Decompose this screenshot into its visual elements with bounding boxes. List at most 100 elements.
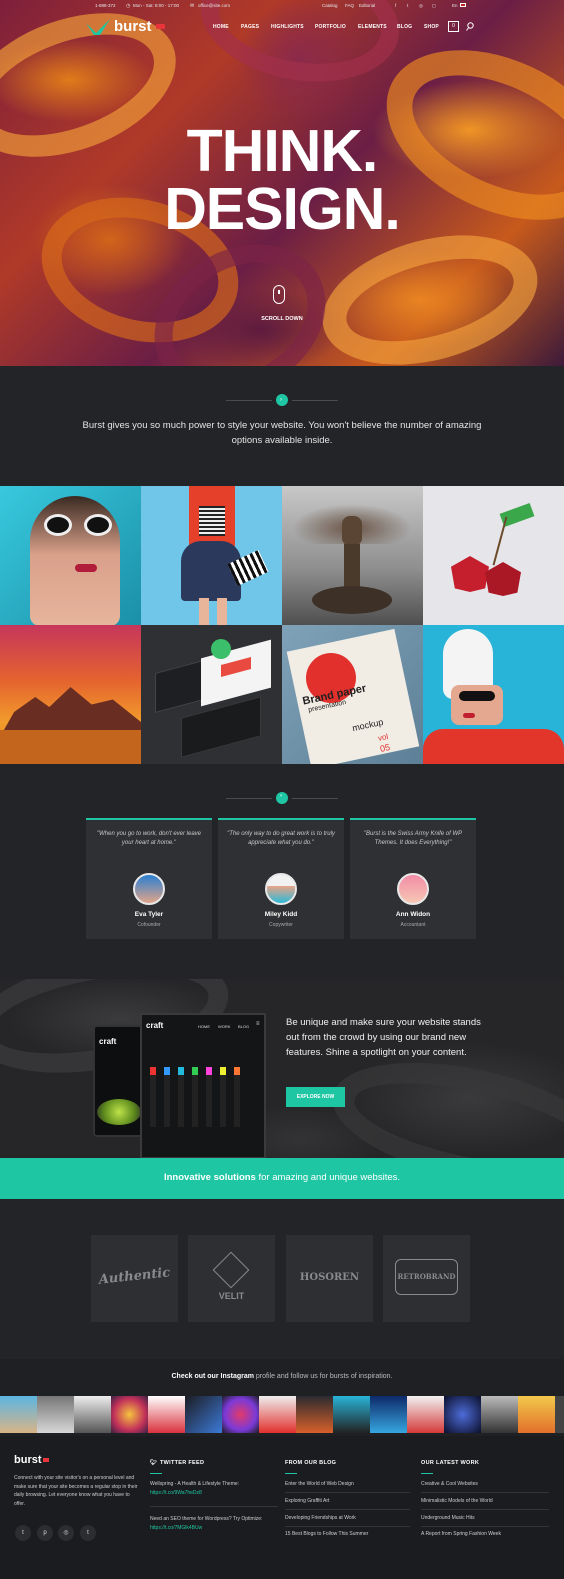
gallery-tile-white-beanie[interactable] xyxy=(423,625,564,764)
email-link[interactable]: office@site.com xyxy=(198,3,230,8)
tagline-bold: Innovative solutions xyxy=(163,1172,256,1183)
topbar-link-catalog[interactable]: Catalog xyxy=(322,3,338,8)
nav-elements[interactable]: ELEMENTS xyxy=(358,24,387,30)
gallery-tile-app-screens[interactable] xyxy=(141,625,282,764)
instagram-thumb[interactable] xyxy=(259,1396,296,1433)
cart-icon[interactable]: 0 xyxy=(448,21,459,32)
link-divider xyxy=(421,1526,549,1527)
hero-title-line2: DESIGN. xyxy=(164,176,401,242)
tumblr-icon[interactable]: t xyxy=(80,1525,96,1541)
mouse-scroll-icon[interactable] xyxy=(273,285,285,304)
instagram-thumb[interactable] xyxy=(185,1396,222,1433)
intro-section: › Burst gives you so much power to style… xyxy=(0,366,564,486)
search-icon[interactable] xyxy=(466,22,475,31)
instagram-thumb[interactable] xyxy=(148,1396,185,1433)
instagram-thumb[interactable] xyxy=(296,1396,333,1433)
flag-icon[interactable] xyxy=(460,3,466,7)
logo-text: burst xyxy=(114,18,152,35)
nav-blog[interactable]: BLOG xyxy=(397,24,412,30)
page: { "topbar": {"phone": "1-888-372", "hour… xyxy=(0,0,564,1579)
nav-shop[interactable]: SHOP xyxy=(424,24,439,30)
tweet-text: Wellspring - A Health & Lifestyle Theme: xyxy=(150,1481,240,1487)
instagram-thumb[interactable] xyxy=(222,1396,259,1433)
instagram-thumb[interactable] xyxy=(37,1396,74,1433)
nav-pages[interactable]: PAGES xyxy=(241,24,259,30)
tablet-nav-blog: BLOG xyxy=(238,1024,250,1029)
topbar-link-faq[interactable]: FAQ xyxy=(345,3,354,8)
link-divider xyxy=(421,1509,549,1510)
chevron-down-icon[interactable]: › xyxy=(276,394,288,406)
client-logo-velit[interactable]: VELIT xyxy=(188,1235,275,1322)
instagram-thumb[interactable] xyxy=(481,1396,518,1433)
divider-line xyxy=(292,400,338,401)
gallery-tile-red-vest[interactable] xyxy=(141,486,282,625)
instagram-thumb[interactable] xyxy=(555,1396,564,1433)
gallery-tile-desert[interactable] xyxy=(0,625,141,764)
twitter-icon[interactable]: t xyxy=(15,1525,31,1541)
work-link[interactable]: Underground Music Hits xyxy=(421,1515,475,1521)
gallery-tile-eagle-tree[interactable] xyxy=(282,486,423,625)
tagline-text: Innovative solutions for amazing and uni… xyxy=(0,1172,564,1183)
menu-icon: ≡ xyxy=(256,1021,260,1027)
tagline-band: Innovative solutions for amazing and uni… xyxy=(0,1158,564,1199)
hero-section: THINK. DESIGN. SCROLL DOWN xyxy=(0,0,564,366)
testimonial-card: "Burst is the Swiss Army Knife of WP The… xyxy=(350,818,476,939)
tweet-link[interactable]: https://t.co/7MGlk4BUw xyxy=(150,1525,202,1531)
instagram-thumb[interactable] xyxy=(333,1396,370,1433)
testimonial-card: "When you go to work, don't ever leave y… xyxy=(86,818,212,939)
nav-portfolio[interactable]: PORTFOLIO xyxy=(315,24,346,30)
testimonial-card: "The only way to do great work is to tru… xyxy=(218,818,344,939)
dribbble-icon[interactable]: ◎ xyxy=(419,3,423,9)
logo[interactable]: burst xyxy=(86,17,166,37)
instagram-thumb[interactable] xyxy=(111,1396,148,1433)
tablet-nav-work: WORK xyxy=(218,1024,231,1029)
instagram-thumb[interactable] xyxy=(370,1396,407,1433)
clock-icon: ◷ xyxy=(126,3,131,9)
tweet-2: Need an SEO theme for Wordpress? Try Opt… xyxy=(150,1515,278,1532)
scroll-down-label[interactable]: SCROLL DOWN xyxy=(0,316,564,322)
instagram-thumb[interactable] xyxy=(407,1396,444,1433)
pinterest-icon[interactable]: p xyxy=(37,1525,53,1541)
client-logo-hosoren[interactable]: HOSOREN xyxy=(286,1235,373,1322)
testimonial-quote: "The only way to do great work is to tru… xyxy=(227,831,335,846)
facebook-icon[interactable]: f xyxy=(395,3,396,8)
instagram-thumb[interactable] xyxy=(518,1396,555,1433)
gallery-tile-brand-paper[interactable]: Brand paper presentation mockup vol 05 xyxy=(282,625,423,764)
mail-icon: ✉ xyxy=(190,3,195,9)
nav-home[interactable]: HOME xyxy=(213,24,229,30)
work-link[interactable]: A Report from Spring Fashion Week xyxy=(421,1531,501,1537)
heading-underline xyxy=(421,1473,433,1474)
topbar-link-editorial[interactable]: Editorial xyxy=(359,3,375,8)
dribbble-icon[interactable]: ◎ xyxy=(58,1525,74,1541)
clients-section: Authentic VELIT HOSOREN RETROBRAND xyxy=(0,1199,564,1359)
blog-link[interactable]: Developing Friendships at Work xyxy=(285,1515,356,1521)
instagram-thumb[interactable] xyxy=(444,1396,481,1433)
instagram-thumb[interactable] xyxy=(74,1396,111,1433)
work-link[interactable]: Minimalistic Models of the World xyxy=(421,1498,493,1504)
explore-now-button[interactable]: EXPLORE NOW xyxy=(286,1087,345,1107)
promo-section: craft craft HOME WORK BLOG ≡ Be unique a… xyxy=(0,979,564,1159)
client-logo-retrobrand[interactable]: RETROBRAND xyxy=(383,1235,470,1322)
gallery-tile-woman-sunglasses[interactable] xyxy=(0,486,141,625)
blog-link[interactable]: Enter the World of Web Design xyxy=(285,1481,354,1487)
instagram-section: Check out our Instagram profile and foll… xyxy=(0,1359,564,1436)
language-selector[interactable]: En xyxy=(452,3,458,8)
work-link[interactable]: Creative & Cool Websites xyxy=(421,1481,478,1487)
gallery-tile-cherries[interactable] xyxy=(423,486,564,625)
instagram-thumb[interactable] xyxy=(0,1396,37,1433)
client-name: RETROBRAND xyxy=(397,1272,456,1281)
blog-link[interactable]: Exploring Graffiti Art xyxy=(285,1498,329,1504)
blog-link[interactable]: 15 Best Blogs to Follow This Summer xyxy=(285,1531,368,1537)
footer-about: Connect with your site visitor's on a pe… xyxy=(14,1475,138,1507)
twitter-icon[interactable]: t xyxy=(407,3,408,8)
instagram-icon[interactable]: ◻ xyxy=(432,3,436,9)
quote-icon: “ xyxy=(276,792,288,804)
client-logo-authentic[interactable]: Authentic xyxy=(91,1235,178,1322)
footer-logo[interactable]: burst xyxy=(14,1454,42,1466)
testimonial-quote: "When you go to work, don't ever leave y… xyxy=(97,831,201,846)
avatar xyxy=(133,873,165,905)
tweet-link[interactable]: https://t.co/9Wa7heDz8 xyxy=(150,1490,202,1496)
nav-highlights[interactable]: HIGHLIGHTS xyxy=(271,24,304,30)
phone-number[interactable]: 1-888-372 xyxy=(95,3,116,8)
avatar xyxy=(397,873,429,905)
